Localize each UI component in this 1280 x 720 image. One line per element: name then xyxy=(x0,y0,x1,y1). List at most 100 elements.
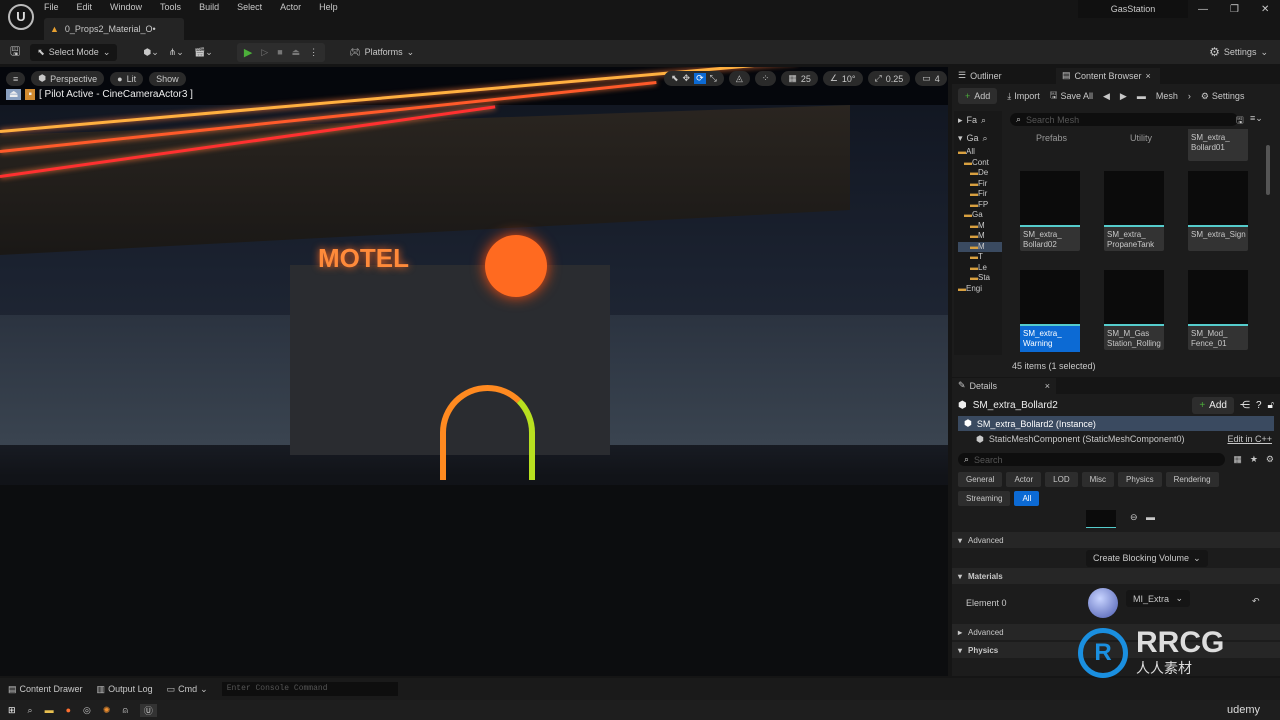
scale-tool-icon[interactable]: ⤡ xyxy=(710,73,717,84)
menu-help[interactable]: Help xyxy=(319,2,338,12)
filter-chip-streaming[interactable]: Streaming xyxy=(958,491,1011,506)
pilot-indicator[interactable]: ⏏ ▪ [ Pilot Active - CineCameraActor3 ] xyxy=(6,89,193,100)
browse-icon[interactable]: ⊖ xyxy=(1130,512,1138,523)
section-advanced[interactable]: ▾ Advanced xyxy=(952,532,1280,548)
eject-pilot-icon[interactable]: ⏏ xyxy=(6,89,22,100)
play-icon[interactable]: ▶ xyxy=(244,46,252,59)
folder-tree-item[interactable]: ▬De xyxy=(958,168,1002,179)
folder-tree-item[interactable]: ▬Fir xyxy=(958,179,1002,190)
blueprint-icon[interactable]: ⋔⌄ xyxy=(169,47,184,58)
blueprint-icon[interactable]: ⋲ xyxy=(1240,400,1250,411)
coordinate-space-icon[interactable]: ◬ xyxy=(728,71,750,86)
star-icon[interactable]: ★ xyxy=(1250,454,1258,465)
content-drawer-button[interactable]: ▤ Content Drawer xyxy=(8,684,83,695)
level-tab[interactable]: ▲ 0_Props2_Material_O• xyxy=(44,18,184,40)
windows-start-icon[interactable]: ⊞ xyxy=(8,705,16,716)
chevron-right-icon[interactable]: › xyxy=(1188,91,1191,101)
minimize-icon[interactable]: — xyxy=(1198,4,1208,15)
asset-tile[interactable]: SM_M_Gas Station_Rolling xyxy=(1104,270,1164,350)
select-mode-button[interactable]: ⬉ Select Mode ⌄ xyxy=(30,43,118,61)
stop-icon[interactable]: ■ xyxy=(277,47,282,57)
tab-outliner[interactable]: ☰ Outliner xyxy=(952,68,1056,84)
section-materials[interactable]: ▾ Materials xyxy=(952,568,1280,584)
reset-icon[interactable]: ↶ xyxy=(1252,596,1260,607)
app-icon[interactable]: ⍝ xyxy=(122,705,127,716)
folder-tree-item[interactable]: ▬M xyxy=(958,231,1002,242)
instance-row[interactable]: ⬢ SM_extra_Bollard2 (Instance) xyxy=(958,416,1274,431)
lock-icon[interactable]: 🔓︎ xyxy=(1268,400,1274,411)
game-header[interactable]: ▾ Ga ⌕ xyxy=(954,129,1002,147)
menu-build[interactable]: Build xyxy=(199,2,219,12)
selected-bollard-gizmo[interactable] xyxy=(440,385,535,480)
menu-tools[interactable]: Tools xyxy=(160,2,181,12)
add-actor-icon[interactable]: ⬢⌄ xyxy=(143,47,158,58)
search-icon[interactable]: ⌕ xyxy=(28,705,33,716)
help-icon[interactable]: ? xyxy=(1256,400,1262,411)
material-dropdown[interactable]: MI_Extra ⌄ xyxy=(1126,590,1190,607)
forward-icon[interactable]: ▶ xyxy=(1120,91,1127,102)
firefox-icon[interactable]: ● xyxy=(66,705,71,715)
obs-icon[interactable]: ◎ xyxy=(83,705,91,716)
search-icon[interactable]: ⌕ xyxy=(983,133,988,144)
translate-tool-icon[interactable]: ✥ xyxy=(683,73,691,84)
search-mesh-input[interactable]: ⌕ Search Mesh xyxy=(1010,113,1238,126)
close-tab-icon[interactable]: × xyxy=(1146,71,1151,81)
create-blocking-volume-dropdown[interactable]: Create Blocking Volume ⌄ xyxy=(1086,549,1208,567)
filter-chip-lod[interactable]: LOD xyxy=(1045,472,1078,487)
eject-icon[interactable]: ⏏ xyxy=(292,47,301,58)
close-icon[interactable]: ✕ xyxy=(1261,4,1269,15)
viewport-menu-icon[interactable]: ≡ xyxy=(6,71,26,86)
gear-icon[interactable]: ⚙ xyxy=(1266,454,1274,465)
add-button[interactable]: + Add xyxy=(958,88,998,104)
asset-tile[interactable]: SM_Mod_ Fence_01 xyxy=(1188,270,1248,350)
show-button[interactable]: Show xyxy=(149,71,186,86)
filter-chip-misc[interactable]: Misc xyxy=(1081,472,1115,487)
actor-name[interactable]: SM_extra_Bollard2 xyxy=(973,400,1058,411)
cb-settings-button[interactable]: ⚙ Settings xyxy=(1201,91,1245,102)
step-icon[interactable]: ▷ xyxy=(261,47,268,58)
save-icon[interactable]: 🖫 xyxy=(10,42,20,63)
grid-snap[interactable]: ▦ 25 xyxy=(781,71,818,86)
folder-tree-item[interactable]: ▬Fir xyxy=(958,189,1002,200)
add-component-button[interactable]: + Add xyxy=(1192,396,1234,414)
platforms-button[interactable]: 🎮︎ Platforms ⌄ xyxy=(349,47,414,58)
save-all-button[interactable]: 🖫 Save All xyxy=(1050,88,1093,104)
asset-scrollbar[interactable] xyxy=(1266,145,1270,195)
component-row[interactable]: ⬢ StaticMeshComponent (StaticMeshComponen… xyxy=(952,431,1280,447)
filter-chip-physics[interactable]: Physics xyxy=(1118,472,1162,487)
search-icon[interactable]: ⌕ xyxy=(981,115,986,126)
filter-chip-all[interactable]: All xyxy=(1014,491,1040,506)
breadcrumb-mesh[interactable]: Mesh xyxy=(1156,91,1178,101)
surface-snap-icon[interactable]: ⁘ xyxy=(754,71,777,86)
details-search-input[interactable]: ⌕ Search xyxy=(958,453,1226,466)
rotation-snap[interactable]: ∠ 10° xyxy=(822,71,863,86)
restore-icon[interactable]: ❐ xyxy=(1230,4,1239,15)
tab-content-browser[interactable]: ▤ Content Browser × xyxy=(1056,67,1160,84)
cinematics-icon[interactable]: 🎬︎⌄ xyxy=(194,47,213,58)
material-thumbnail[interactable] xyxy=(1088,588,1118,618)
folder-tree-item[interactable]: ▬T xyxy=(958,252,1002,263)
import-button[interactable]: ⤓ Import xyxy=(1007,91,1040,102)
folder-tree-item[interactable]: ▬FP xyxy=(958,200,1002,211)
folder-utility[interactable]: Utility xyxy=(1130,133,1152,143)
menu-actor[interactable]: Actor xyxy=(280,2,301,12)
folder-tree-item[interactable]: ▬Engi xyxy=(958,284,1002,295)
table-icon[interactable]: ▦ xyxy=(1233,454,1242,465)
asset-tile[interactable]: SM_extra_ PropaneTank xyxy=(1104,171,1164,251)
file-explorer-icon[interactable]: ▬ xyxy=(45,705,54,715)
camera-speed[interactable]: ▭ 4 xyxy=(915,71,947,86)
output-log-button[interactable]: ▥ Output Log xyxy=(97,684,153,695)
back-icon[interactable]: ◀ xyxy=(1103,91,1110,102)
folder-tree-item[interactable]: ▬Cont xyxy=(958,158,1002,169)
scene-render[interactable]: MOTEL xyxy=(0,67,948,676)
save-search-icon[interactable]: 🖫 xyxy=(1236,113,1244,129)
unreal-logo[interactable]: U xyxy=(8,4,34,30)
folder-tree-item[interactable]: ▬M xyxy=(958,221,1002,232)
edit-cpp-link[interactable]: Edit in C++ xyxy=(1227,434,1272,444)
asset-tile[interactable]: SM_extra_Sign xyxy=(1188,171,1248,251)
console-input[interactable]: Enter Console Command xyxy=(221,682,398,696)
rotate-tool-icon[interactable]: ⟳ xyxy=(694,73,706,84)
more-icon[interactable]: ⋮ xyxy=(309,47,318,58)
filter-chip-rendering[interactable]: Rendering xyxy=(1165,472,1219,487)
scale-snap[interactable]: ⤢ 0.25 xyxy=(867,71,911,86)
